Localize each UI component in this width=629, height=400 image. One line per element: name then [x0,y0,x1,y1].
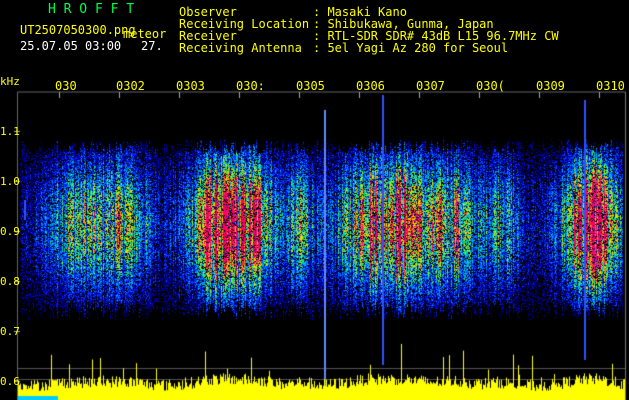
count-label: 27. [141,39,163,53]
app-title: H R O F F T [48,2,135,17]
y-tick-label: 1.1 [0,125,20,138]
antenna-value: : 5el Yagi Az 280 for Seoul [313,41,509,55]
time-tick-label: 0303 [176,79,205,93]
time-tick-label: 0306 [356,79,385,93]
time-tick-label: 0310 [596,79,625,93]
antenna-label: Receiving Antenna [179,41,302,55]
time-tick-label: 0307 [416,79,445,93]
y-tick-label: 0.6 [0,375,20,388]
spectrogram-plot [0,0,629,400]
y-tick-label: 1.0 [0,175,20,188]
y-tick-label: 0.8 [0,275,20,288]
time-tick-label: 030( [476,79,505,93]
y-tick-label: 0.9 [0,225,20,238]
datetime-label: 25.07.05 03:00 [20,39,122,53]
filename-label: UT2507050300.png [20,23,136,37]
time-tick-label: 030: [236,79,265,93]
y-tick-label: 0.7 [0,325,20,338]
time-tick-label: 030 [55,79,77,93]
time-tick-label: 0309 [536,79,565,93]
time-tick-label: 0302 [116,79,145,93]
time-tick-label: 0305 [296,79,325,93]
y-unit-label: kHz [0,75,20,88]
